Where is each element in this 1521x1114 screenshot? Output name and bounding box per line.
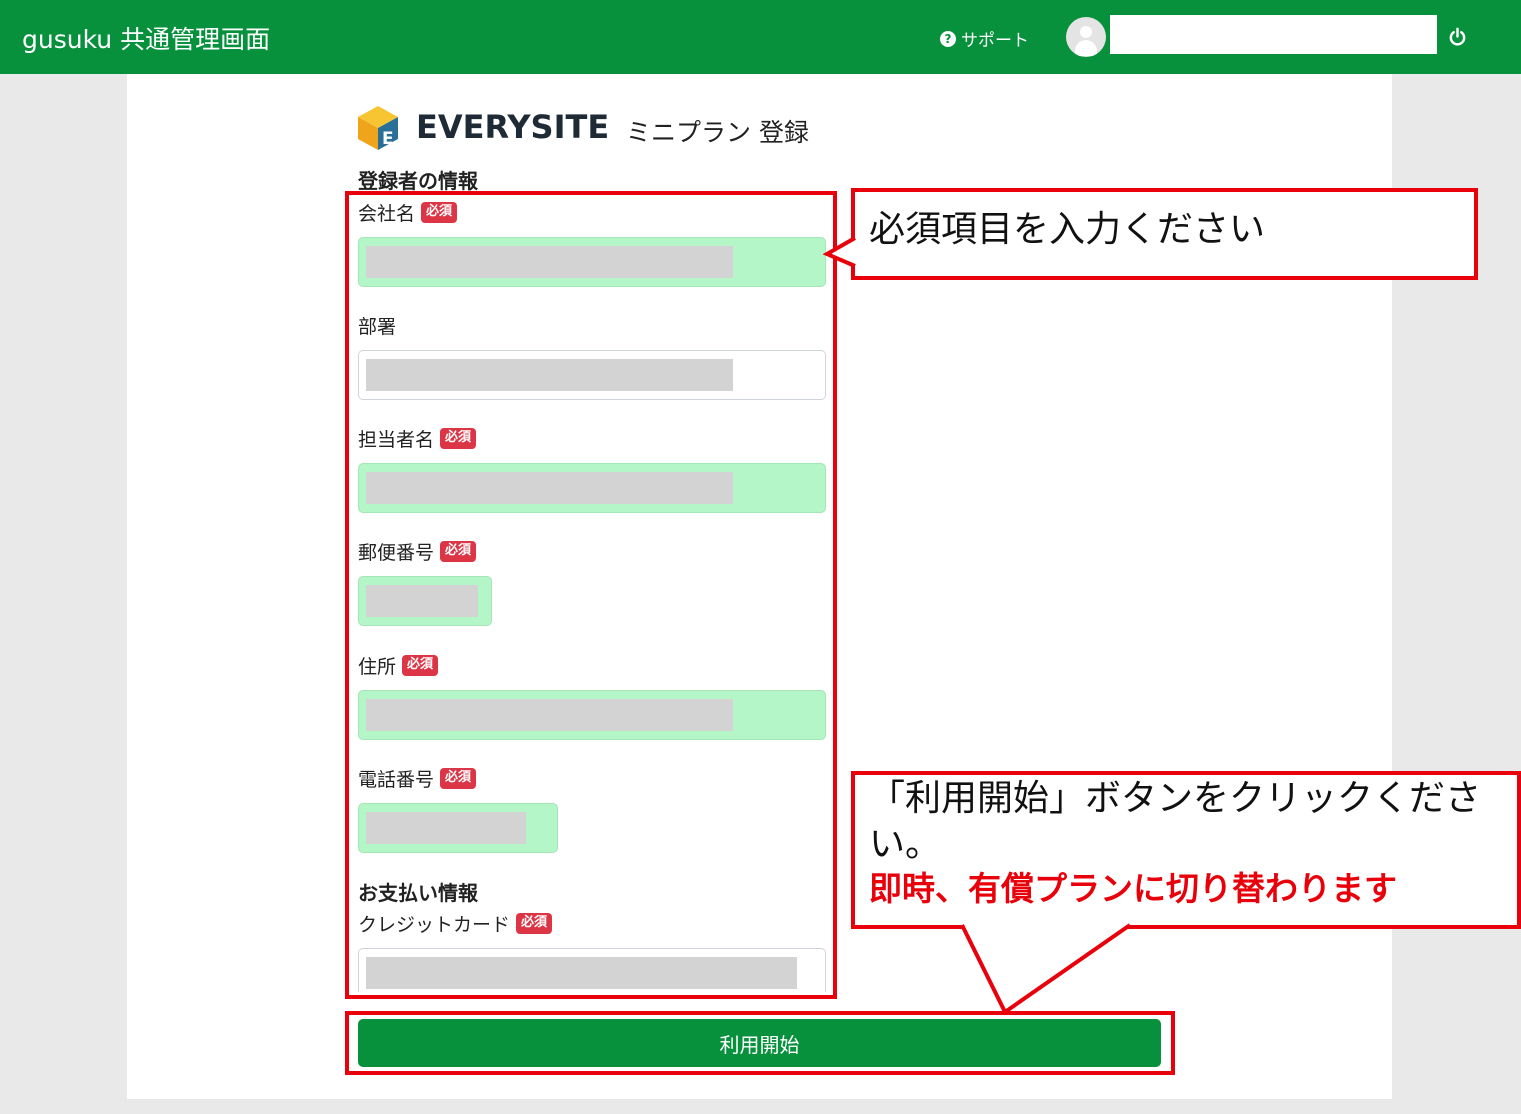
page-title: ミニプラン 登録 <box>626 118 809 147</box>
everysite-logo-icon: E <box>358 106 398 150</box>
required-fields-highlight <box>345 191 837 999</box>
click-callout-text: 「利用開始」ボタンをクリックください。 即時、有償プランに切り替わります <box>869 776 1484 910</box>
power-logout-icon[interactable] <box>1448 27 1467 46</box>
support-link[interactable]: ? サポート <box>940 26 1029 51</box>
app-title: gusuku 共通管理画面 <box>22 25 271 54</box>
callout-emphasis: 即時、有償プランに切り替わります <box>869 869 1397 909</box>
svg-text:E: E <box>382 129 394 149</box>
support-label: サポート <box>961 31 1029 51</box>
user-avatar[interactable] <box>1066 17 1106 57</box>
question-circle-icon: ? <box>940 30 956 47</box>
registrant-section-title: 登録者の情報 <box>358 169 478 193</box>
username-display <box>1110 15 1437 54</box>
required-callout-text: 必須項目を入力ください <box>869 209 1266 250</box>
top-header-bar: gusuku 共通管理画面 ? サポート <box>0 0 1521 74</box>
brand-name: EVERYSITE <box>416 108 610 146</box>
start-button-highlight <box>345 1011 1175 1075</box>
